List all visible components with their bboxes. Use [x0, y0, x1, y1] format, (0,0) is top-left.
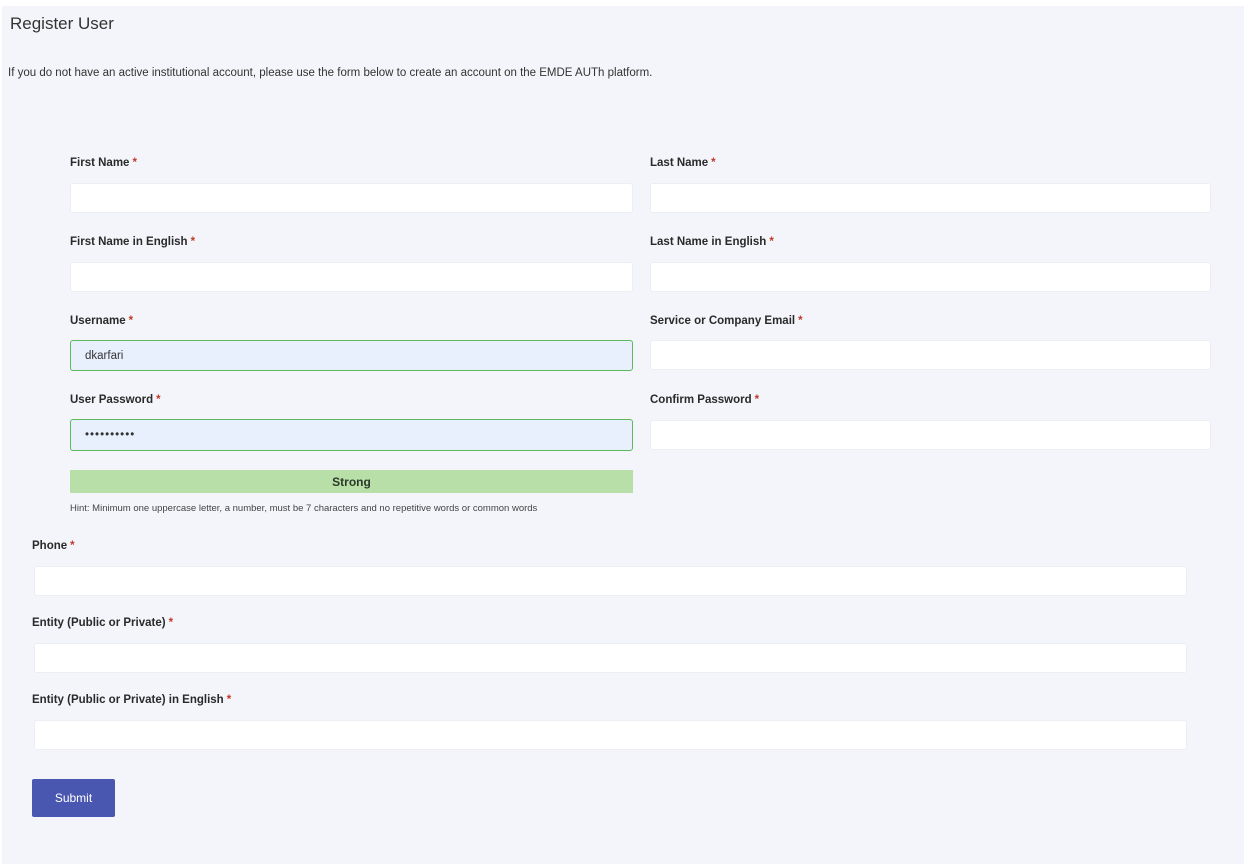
- last-name-en-label: Last Name in English *: [650, 236, 774, 248]
- email-field[interactable]: [650, 340, 1211, 370]
- password-hint: Hint: Minimum one uppercase letter, a nu…: [70, 503, 538, 514]
- required-marker: *: [190, 236, 196, 248]
- required-marker: *: [798, 315, 803, 327]
- username-label: Username *: [70, 315, 133, 327]
- confirm-password-field[interactable]: [650, 420, 1211, 450]
- entity-label-text: Entity (Public or Private): [32, 617, 166, 629]
- last-name-en-field[interactable]: [650, 262, 1211, 292]
- phone-label-text: Phone: [32, 540, 68, 552]
- phone-field[interactable]: [34, 566, 1187, 596]
- first-name-field[interactable]: [70, 183, 633, 213]
- username-field[interactable]: [70, 340, 633, 371]
- confirm-password-label: Confirm Password *: [650, 394, 759, 406]
- last-name-label-text: Last Name: [650, 157, 709, 169]
- required-marker: *: [128, 315, 134, 327]
- confirm-password-label-text: Confirm Password: [650, 394, 752, 406]
- password-strength-meter: Strong: [70, 470, 633, 493]
- first-name-en-field[interactable]: [70, 262, 633, 292]
- password-field[interactable]: [70, 419, 633, 451]
- password-label-text: User Password: [70, 394, 154, 406]
- last-name-label: Last Name *: [650, 157, 716, 169]
- email-label: Service or Company Email *: [650, 315, 803, 327]
- first-name-label-text: First Name: [70, 157, 130, 169]
- last-name-en-label-text: Last Name in English: [650, 236, 767, 248]
- page-title: Register User: [10, 14, 114, 33]
- required-marker: *: [168, 617, 174, 629]
- entity-field[interactable]: [34, 643, 1187, 673]
- intro-text: If you do not have an active institution…: [8, 67, 653, 79]
- entity-en-label-text: Entity (Public or Private) in English: [32, 694, 224, 706]
- phone-label: Phone *: [32, 540, 75, 552]
- required-marker: *: [132, 157, 137, 169]
- username-label-text: Username: [70, 315, 126, 327]
- entity-en-field[interactable]: [34, 720, 1187, 750]
- first-name-en-label: First Name in English *: [70, 236, 195, 248]
- required-marker: *: [156, 394, 161, 406]
- entity-en-label: Entity (Public or Private) in English *: [32, 694, 231, 706]
- required-marker: *: [226, 694, 232, 706]
- first-name-en-label-text: First Name in English: [70, 236, 188, 248]
- entity-label: Entity (Public or Private) *: [32, 617, 173, 629]
- required-marker: *: [754, 394, 760, 406]
- last-name-field[interactable]: [650, 183, 1211, 213]
- required-marker: *: [70, 540, 75, 552]
- required-marker: *: [769, 236, 774, 248]
- required-marker: *: [711, 157, 716, 169]
- submit-button[interactable]: Submit: [32, 779, 115, 817]
- password-label: User Password *: [70, 394, 161, 406]
- first-name-label: First Name *: [70, 157, 137, 169]
- email-label-text: Service or Company Email: [650, 315, 796, 327]
